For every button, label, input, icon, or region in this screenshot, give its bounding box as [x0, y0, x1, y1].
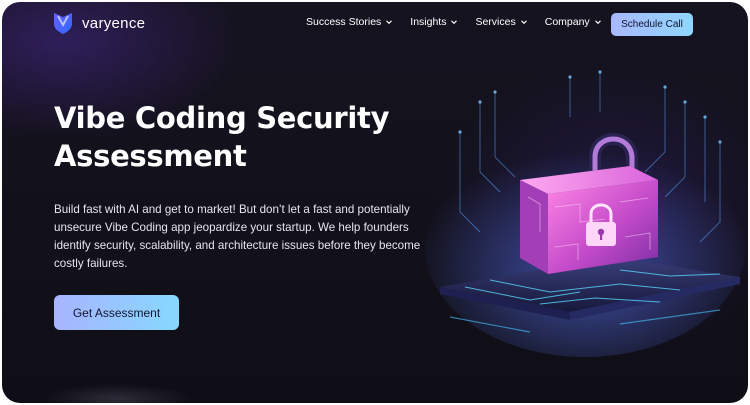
main-menu: Success Stories Insights Services Compan…	[306, 16, 619, 28]
chevron-down-icon	[451, 20, 458, 25]
nav-item-label: Success Stories	[306, 16, 382, 28]
padlock-circuit-icon	[425, 70, 745, 357]
chevron-down-icon	[594, 20, 601, 25]
chevron-down-icon	[520, 20, 527, 25]
decorative-glow	[42, 384, 192, 403]
nav-item-label: Company	[544, 16, 590, 28]
nav-item-company[interactable]: Company	[545, 16, 602, 28]
brand-logo[interactable]: varyence	[52, 11, 145, 35]
schedule-call-button[interactable]: Schedule Call	[611, 13, 693, 36]
logo-shield-icon	[54, 13, 72, 34]
hero-title: Vibe Coding Security Assessment	[54, 99, 434, 175]
nav-item-label: Services	[475, 16, 516, 28]
top-navbar: varyence Success Stories Insights Servic…	[2, 2, 748, 46]
page-frame: varyence Success Stories Insights Servic…	[2, 2, 748, 403]
brand-name: varyence	[82, 14, 146, 32]
hero-title-line-2: Assessment	[54, 139, 247, 173]
nav-item-services[interactable]: Services	[475, 16, 527, 28]
chevron-down-icon	[386, 20, 393, 25]
hero-title-line-1: Vibe Coding Security	[54, 101, 390, 135]
hero-description: Build fast with AI and get to market! Bu…	[54, 203, 421, 270]
nav-item-insights[interactable]: Insights	[410, 16, 458, 28]
get-assessment-button[interactable]: Get Assessment	[54, 295, 179, 330]
nav-item-label: Insights	[410, 16, 447, 28]
nav-item-success-stories[interactable]: Success Stories	[306, 16, 393, 28]
